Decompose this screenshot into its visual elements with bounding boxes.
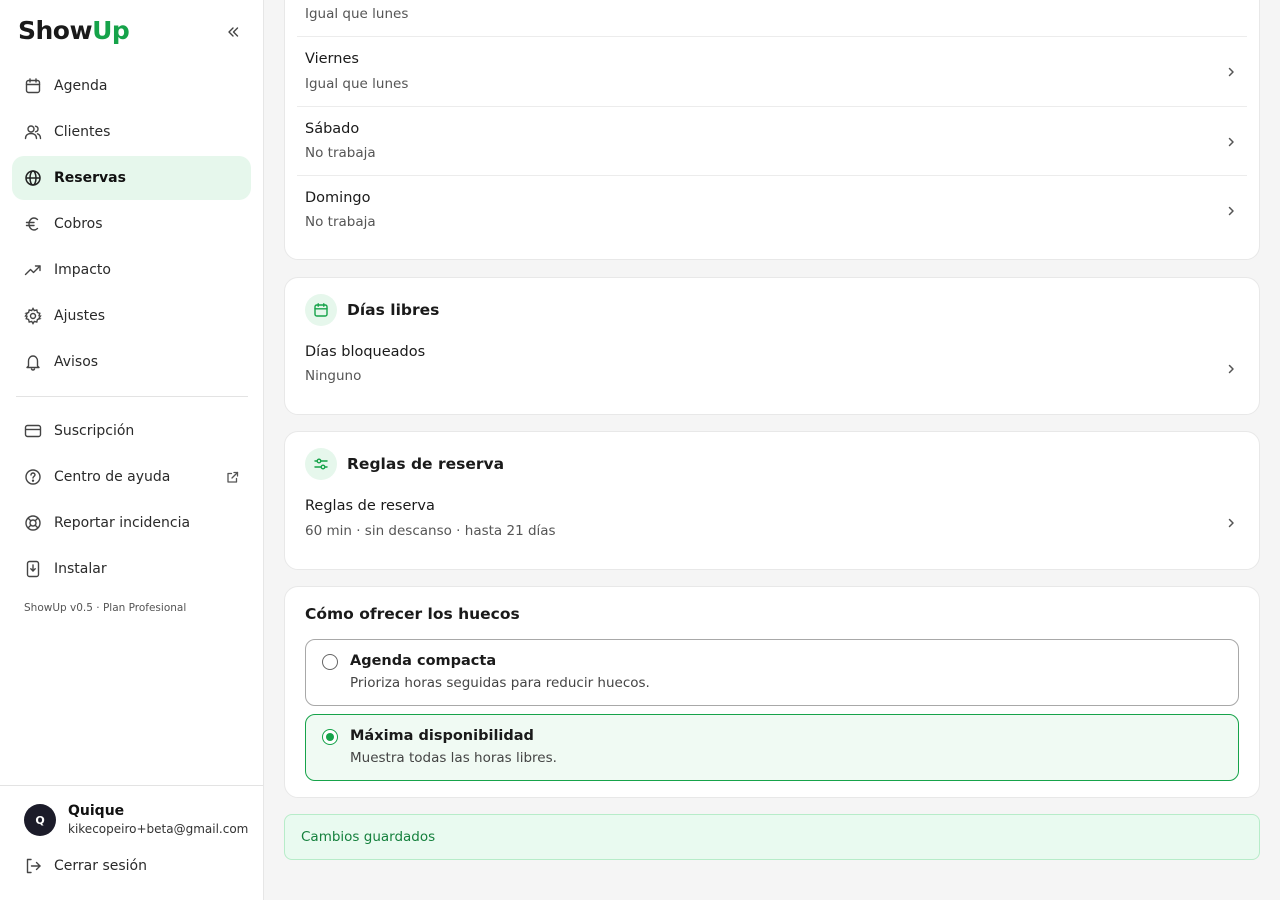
sidebar-item-label: Avisos: [54, 354, 99, 370]
slots-card: Cómo ofrecer los huecos Agenda compacta …: [284, 586, 1260, 798]
app-version: ShowUp v0.5 · Plan Profesional: [24, 602, 187, 614]
sidebar-item-label: Suscripción: [54, 423, 135, 439]
sidebar-item-cobros[interactable]: Cobros: [12, 202, 251, 246]
days-off-header: Días libres: [305, 294, 439, 326]
sliders-icon: [305, 448, 337, 480]
euro-icon: [24, 215, 42, 233]
day-name: Sábado: [305, 121, 360, 137]
booking-rules-card: Reglas de reserva Reglas de reserva 60 m…: [284, 431, 1260, 570]
row-value: Ninguno: [305, 368, 362, 384]
booking-rules-row[interactable]: Reglas de reserva 60 min · sin descanso …: [297, 488, 1247, 557]
radio-button[interactable]: [322, 654, 338, 670]
avatar[interactable]: Q: [24, 804, 56, 836]
help-circle-icon: [24, 468, 42, 486]
day-status: No trabaja: [305, 145, 376, 161]
sidebar-item-label: Ajustes: [54, 308, 106, 324]
days-off-card: Días libres Días bloqueados Ninguno: [284, 277, 1260, 415]
row-value: 60 min · sin descanso · hasta 21 días: [305, 523, 556, 539]
section-title: Días libres: [347, 301, 440, 319]
option-title: Máxima disponibilidad: [350, 728, 534, 744]
day-name: Domingo: [305, 190, 371, 206]
chevron-right-icon: [1228, 206, 1234, 215]
schedule-card: Igual que lunes Viernes Igual que lunes …: [284, 0, 1260, 260]
chevron-right-icon: [1228, 67, 1234, 76]
option-agenda-compacta[interactable]: Agenda compacta Prioriza horas seguidas …: [305, 639, 1239, 706]
day-status: No trabaja: [305, 214, 376, 230]
external-link-icon: [226, 469, 239, 488]
install-icon: [24, 560, 42, 578]
credit-card-icon: [24, 422, 42, 440]
sidebar: ShowUp Agenda Clientes Reservas Cobros I…: [0, 0, 264, 900]
user-name: Quique: [68, 803, 125, 819]
users-icon: [24, 123, 42, 141]
sidebar-item-label: Clientes: [54, 124, 111, 140]
chevron-right-icon: [1228, 518, 1234, 527]
logo-part-show: Show: [18, 16, 93, 45]
trending-up-icon: [24, 261, 42, 279]
option-description: Muestra todas las horas libres.: [350, 750, 557, 766]
chevron-right-icon: [1228, 137, 1234, 146]
sidebar-item-suscripcion[interactable]: Suscripción: [12, 409, 251, 453]
option-maxima-disponibilidad[interactable]: Máxima disponibilidad Muestra todas las …: [305, 714, 1239, 781]
calendar-icon: [24, 77, 42, 95]
sidebar-item-agenda[interactable]: Agenda: [12, 64, 251, 108]
sidebar-item-reportar-incidencia[interactable]: Reportar incidencia: [12, 501, 251, 545]
booking-rules-header: Reglas de reserva: [305, 448, 504, 480]
chevron-right-icon: [1228, 364, 1234, 373]
sidebar-item-impacto[interactable]: Impacto: [12, 248, 251, 292]
collapse-sidebar-button[interactable]: [222, 22, 244, 42]
user-divider: [0, 785, 263, 786]
sidebar-item-label: Reservas: [54, 170, 126, 186]
section-title: Reglas de reserva: [347, 455, 505, 473]
sidebar-item-ajustes[interactable]: Ajustes: [12, 294, 251, 338]
sidebar-item-label: Agenda: [54, 78, 108, 94]
sidebar-item-instalar[interactable]: Instalar: [12, 547, 251, 591]
option-description: Prioriza horas seguidas para reducir hue…: [350, 675, 650, 691]
status-toast: Cambios guardados: [284, 814, 1260, 860]
sidebar-item-label: Reportar incidencia: [54, 515, 191, 531]
day-name: Viernes: [305, 51, 359, 67]
lifebuoy-icon: [24, 514, 42, 532]
logout-icon: [24, 857, 42, 875]
day-status: Igual que lunes: [305, 6, 409, 22]
schedule-row-thursday[interactable]: Igual que lunes: [297, 0, 1247, 30]
calendar-icon: [305, 294, 337, 326]
sidebar-item-label: Centro de ayuda: [54, 469, 171, 485]
row-title: Reglas de reserva: [305, 498, 435, 514]
sidebar-item-reservas[interactable]: Reservas: [12, 156, 251, 200]
sidebar-item-clientes[interactable]: Clientes: [12, 110, 251, 154]
sidebar-item-avisos[interactable]: Avisos: [12, 340, 251, 384]
logout-button[interactable]: Cerrar sesión: [12, 844, 251, 888]
day-status: Igual que lunes: [305, 76, 409, 92]
bell-icon: [24, 353, 42, 371]
section-title: Cómo ofrecer los huecos: [305, 605, 520, 623]
user-email: kikecopeiro+beta@gmail.com: [68, 822, 249, 836]
sidebar-item-label: Instalar: [54, 561, 107, 577]
sidebar-item-label: Impacto: [54, 262, 111, 278]
schedule-row-sabado[interactable]: Sábado No trabaja: [297, 107, 1247, 176]
sidebar-item-centro-de-ayuda[interactable]: Centro de ayuda: [12, 455, 251, 499]
sidebar-item-label: Cobros: [54, 216, 103, 232]
logo-part-up: Up: [92, 16, 130, 45]
app-logo[interactable]: ShowUp: [18, 16, 130, 45]
gear-icon: [24, 307, 42, 325]
radio-button-selected[interactable]: [322, 729, 338, 745]
schedule-row-viernes[interactable]: Viernes Igual que lunes: [297, 37, 1247, 106]
option-title: Agenda compacta: [350, 653, 497, 669]
chevrons-left-icon: [228, 27, 239, 37]
logout-label: Cerrar sesión: [54, 858, 147, 874]
toast-message: Cambios guardados: [301, 829, 436, 845]
main-content: Igual que lunes Viernes Igual que lunes …: [264, 0, 1280, 900]
blocked-days-row[interactable]: Días bloqueados Ninguno: [297, 334, 1247, 403]
globe-icon: [24, 169, 42, 187]
sidebar-divider: [16, 396, 248, 397]
schedule-row-domingo[interactable]: Domingo No trabaja: [297, 176, 1247, 245]
row-title: Días bloqueados: [305, 344, 426, 360]
